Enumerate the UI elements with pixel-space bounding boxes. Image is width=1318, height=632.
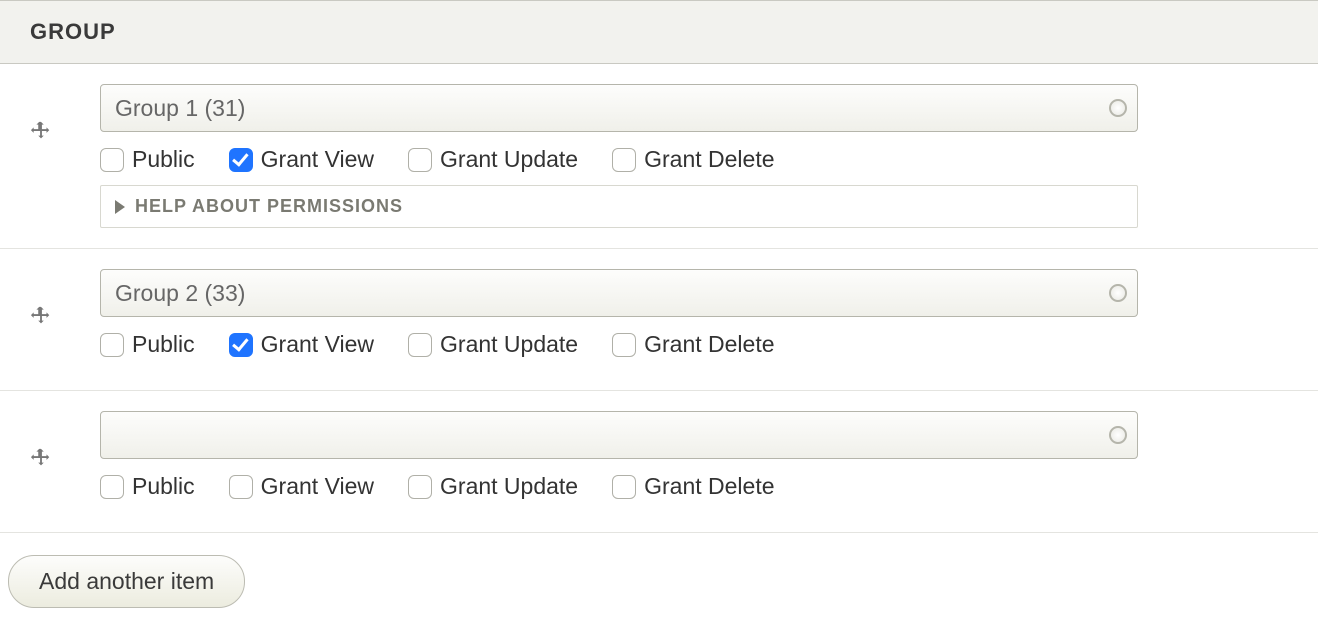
select-indicator-icon xyxy=(1109,99,1127,117)
grant-delete-checkbox-label: Grant Delete xyxy=(644,146,774,173)
public-checkbox-label: Public xyxy=(132,473,195,500)
grant-delete-checkbox[interactable]: Grant Delete xyxy=(612,146,774,173)
grant-update-checkbox[interactable]: Grant Update xyxy=(408,473,578,500)
grant-view-checkbox-box[interactable] xyxy=(229,333,253,357)
grant-view-checkbox[interactable]: Grant View xyxy=(229,473,374,500)
public-checkbox[interactable]: Public xyxy=(100,473,195,500)
grant-delete-checkbox[interactable]: Grant Delete xyxy=(612,473,774,500)
public-checkbox-box[interactable] xyxy=(100,475,124,499)
grant-delete-checkbox[interactable]: Grant Delete xyxy=(612,331,774,358)
group-select-value: Group 1 (31) xyxy=(115,95,245,122)
grant-update-checkbox[interactable]: Grant Update xyxy=(408,146,578,173)
group-select[interactable] xyxy=(100,411,1138,459)
help-label: HELP ABOUT PERMISSIONS xyxy=(135,196,403,217)
group-row: Group 1 (31) Public Grant View Grant Update… xyxy=(0,64,1318,249)
grant-delete-checkbox-label: Grant Delete xyxy=(644,331,774,358)
public-checkbox-label: Public xyxy=(132,146,195,173)
public-checkbox-box[interactable] xyxy=(100,333,124,357)
drag-handle-icon[interactable] xyxy=(30,120,52,142)
grant-view-checkbox-box[interactable] xyxy=(229,475,253,499)
grant-update-checkbox-label: Grant Update xyxy=(440,146,578,173)
grant-delete-checkbox-box[interactable] xyxy=(612,475,636,499)
grant-update-checkbox[interactable]: Grant Update xyxy=(408,331,578,358)
drag-handle-icon[interactable] xyxy=(30,447,52,469)
grant-view-checkbox-label: Grant View xyxy=(261,473,374,500)
add-button-label: Add another item xyxy=(39,568,214,595)
group-row: Group 2 (33) Public Grant View Grant Update… xyxy=(0,249,1318,391)
drag-handle-icon[interactable] xyxy=(30,305,52,327)
grant-update-checkbox-box[interactable] xyxy=(408,148,432,172)
grant-delete-checkbox-box[interactable] xyxy=(612,148,636,172)
select-indicator-icon xyxy=(1109,284,1127,302)
grant-view-checkbox[interactable]: Grant View xyxy=(229,146,374,173)
add-another-item-button[interactable]: Add another item xyxy=(8,555,245,608)
group-select-value: Group 2 (33) xyxy=(115,280,245,307)
table-header: GROUP xyxy=(0,0,1318,64)
grant-view-checkbox-label: Grant View xyxy=(261,331,374,358)
group-select[interactable]: Group 2 (33) xyxy=(100,269,1138,317)
public-checkbox[interactable]: Public xyxy=(100,146,195,173)
grant-view-checkbox-box[interactable] xyxy=(229,148,253,172)
grant-update-checkbox-box[interactable] xyxy=(408,333,432,357)
column-header-group: GROUP xyxy=(30,19,116,44)
help-about-permissions[interactable]: HELP ABOUT PERMISSIONS xyxy=(100,185,1138,228)
group-select[interactable]: Group 1 (31) xyxy=(100,84,1138,132)
grant-update-checkbox-box[interactable] xyxy=(408,475,432,499)
grant-delete-checkbox-label: Grant Delete xyxy=(644,473,774,500)
triangle-right-icon xyxy=(115,200,125,214)
grant-update-checkbox-label: Grant Update xyxy=(440,331,578,358)
public-checkbox-label: Public xyxy=(132,331,195,358)
group-row: Public Grant View Grant Update Grant Delete xyxy=(0,391,1318,533)
grant-update-checkbox-label: Grant Update xyxy=(440,473,578,500)
grant-delete-checkbox-box[interactable] xyxy=(612,333,636,357)
select-indicator-icon xyxy=(1109,426,1127,444)
public-checkbox[interactable]: Public xyxy=(100,331,195,358)
grant-view-checkbox[interactable]: Grant View xyxy=(229,331,374,358)
grant-view-checkbox-label: Grant View xyxy=(261,146,374,173)
public-checkbox-box[interactable] xyxy=(100,148,124,172)
